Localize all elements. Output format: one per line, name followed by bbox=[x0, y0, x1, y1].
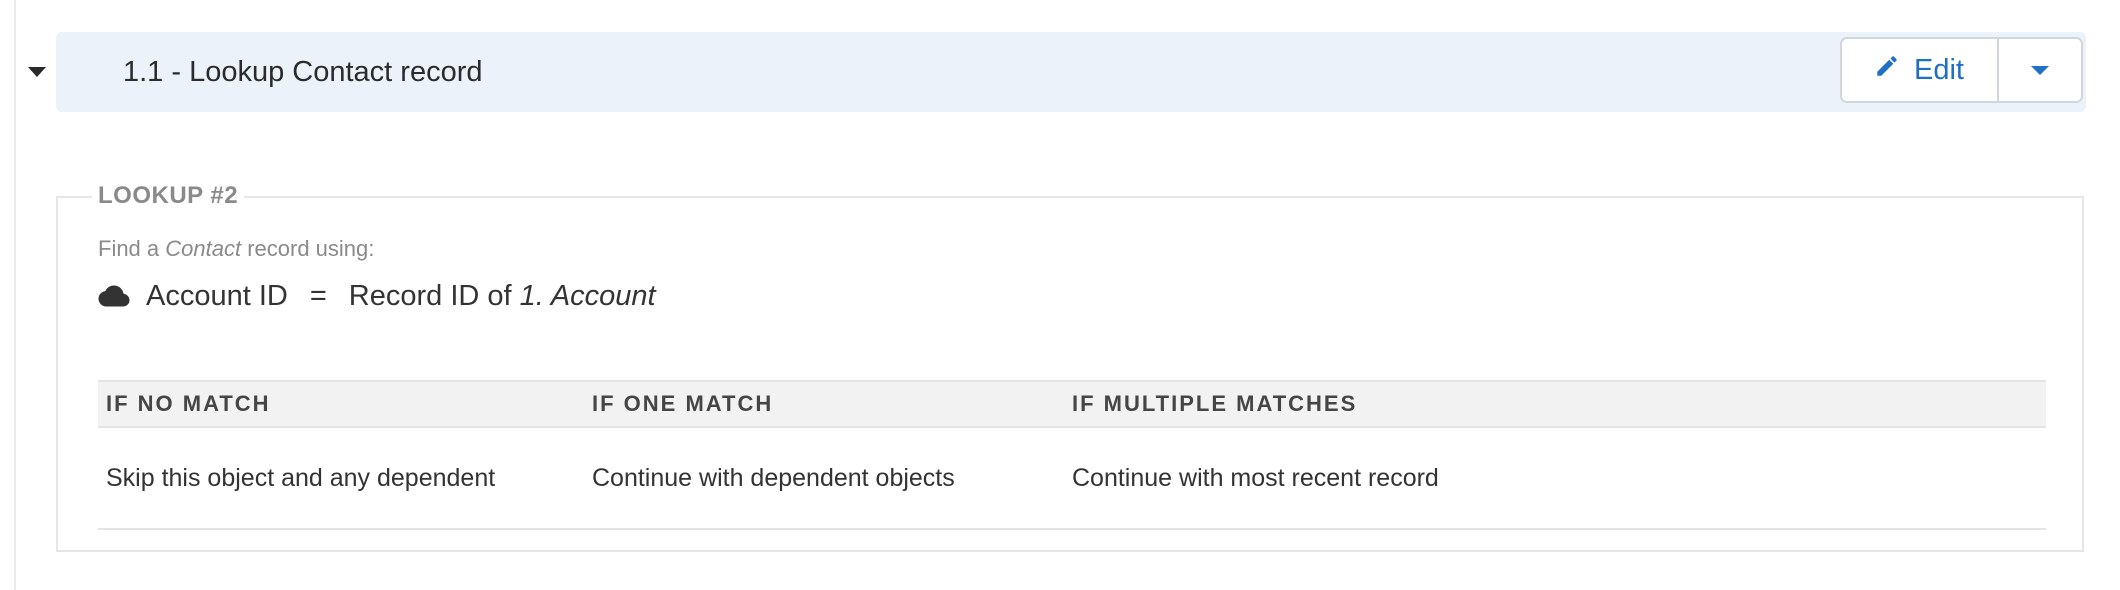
collapse-toggle[interactable] bbox=[24, 59, 50, 85]
condition-value-source: 1. Account bbox=[519, 279, 656, 312]
find-suffix: record using: bbox=[241, 236, 375, 261]
find-description: Find a Contact record using: bbox=[98, 236, 374, 262]
lookup-panel: LOOKUP #2 Find a Contact record using: A… bbox=[56, 182, 2084, 552]
condition-value-prefix: Record ID of bbox=[348, 279, 520, 312]
table-header-row: IF NO MATCH IF ONE MATCH IF MULTIPLE MAT… bbox=[98, 380, 2046, 428]
edit-dropdown-button[interactable] bbox=[1999, 39, 2081, 101]
header-multiple-matches: IF MULTIPLE MATCHES bbox=[1064, 380, 2046, 428]
edit-button[interactable]: Edit bbox=[1842, 39, 1997, 101]
chevron-down-icon bbox=[2031, 65, 2049, 75]
cell-no-match: Skip this object and any dependent bbox=[98, 427, 584, 530]
lookup-legend: LOOKUP #2 bbox=[92, 182, 245, 210]
match-behavior-table: IF NO MATCH IF ONE MATCH IF MULTIPLE MAT… bbox=[98, 380, 2046, 530]
step-header: 1.1 - Lookup Contact record Edit bbox=[56, 32, 2086, 112]
step-title: 1.1 - Lookup Contact record bbox=[123, 56, 483, 88]
header-no-match: IF NO MATCH bbox=[98, 380, 584, 428]
edit-button-group: Edit bbox=[1840, 37, 2083, 103]
header-one-match: IF ONE MATCH bbox=[584, 380, 1064, 428]
find-object: Contact bbox=[165, 236, 242, 261]
condition-field: Account ID bbox=[146, 279, 288, 312]
condition-operator: = bbox=[309, 279, 327, 312]
cloud-icon bbox=[98, 284, 130, 308]
table-row: Skip this object and any dependent Conti… bbox=[98, 427, 2046, 530]
edit-label: Edit bbox=[1914, 53, 1964, 86]
pencil-icon bbox=[1874, 53, 1900, 87]
cell-multiple-matches: Continue with most recent record bbox=[1064, 427, 2046, 530]
find-prefix: Find a bbox=[98, 236, 166, 261]
left-border bbox=[14, 0, 16, 590]
condition-value: Record ID of 1. Account bbox=[349, 280, 656, 313]
lookup-condition: Account ID = Record ID of 1. Account bbox=[98, 276, 656, 316]
caret-down-icon bbox=[28, 67, 46, 77]
cell-one-match: Continue with dependent objects bbox=[584, 427, 1064, 530]
